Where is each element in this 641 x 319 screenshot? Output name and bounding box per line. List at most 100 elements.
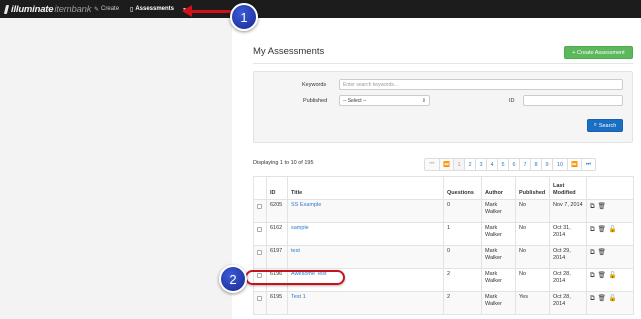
row-title: SS Example <box>287 199 444 223</box>
search-icon: ⌕ <box>593 122 597 128</box>
copy-icon[interactable]: ⧉ <box>590 272 595 279</box>
row-title: sample <box>287 222 444 246</box>
published-select[interactable]: -- Select -- ⇕ <box>339 95 430 106</box>
row-id: 6195 <box>266 291 288 315</box>
row-published: No <box>515 245 550 269</box>
header-author[interactable]: Author <box>481 176 516 200</box>
header-questions[interactable]: Questions <box>443 176 482 200</box>
assessment-title-link[interactable]: SS Example <box>291 202 321 208</box>
callout-arrow-head <box>182 5 192 17</box>
keywords-input[interactable]: Enter search keywords... <box>339 79 623 90</box>
row-published: No <box>515 222 550 246</box>
row-author: Mark Walker <box>481 245 516 269</box>
table-header-row: ID Title Questions Author Published Last… <box>253 176 634 200</box>
page-button-2[interactable]: 2 <box>464 159 475 170</box>
row-action-icons: ⧉ 🗑 🔓 <box>590 271 630 279</box>
page-title: My Assessments <box>253 46 325 57</box>
header-select <box>253 176 267 200</box>
page-button-1[interactable]: 1 <box>453 159 464 170</box>
row-title: test <box>287 245 444 269</box>
row-action-icons: ⧉ 🗑 <box>590 248 630 256</box>
copy-icon[interactable]: ⧉ <box>590 295 595 302</box>
table-row: 6205 SS Example 0 Mark Walker No Nov 7, 2014 ⧉… <box>253 199 634 223</box>
row-actions: ⧉ 🗑 🔓 <box>586 291 634 315</box>
trash-icon[interactable]: 🗑 <box>598 203 606 210</box>
row-title: Test 1 <box>287 291 444 315</box>
table-row: 6162 sample 1 Mark Walker No Oct 31, 2014 ⧉ 🗑 🔓 <box>253 222 634 246</box>
row-action-icons: ⧉ 🗑 🔓 <box>590 294 630 302</box>
trash-icon[interactable]: 🗑 <box>598 272 606 279</box>
row-actions: ⧉ 🗑 <box>586 245 634 269</box>
copy-icon[interactable]: ⧉ <box>590 226 595 233</box>
header-id[interactable]: ID <box>266 176 288 200</box>
trash-icon[interactable]: 🗑 <box>598 249 606 256</box>
create-assessment-button[interactable]: + Create Assessment <box>564 46 633 59</box>
page-button-3[interactable]: 3 <box>475 159 486 170</box>
published-select-value: -- Select -- <box>343 97 367 104</box>
page-button-10[interactable]: 10 <box>552 159 567 170</box>
brand-logo[interactable]: illuminate itembank <box>4 3 91 15</box>
page-button-5[interactable]: 5 <box>497 159 508 170</box>
callout-arrow <box>182 5 232 17</box>
row-select-checkbox[interactable] <box>253 199 267 223</box>
row-select-checkbox[interactable] <box>253 245 267 269</box>
assessment-title-link[interactable]: test <box>291 248 300 254</box>
header-title[interactable]: Title <box>287 176 444 200</box>
assessment-title-link[interactable]: sample <box>291 225 309 231</box>
trash-icon[interactable]: 🗑 <box>598 226 606 233</box>
checkbox[interactable] <box>257 204 262 209</box>
assessment-title-link[interactable]: Test 1 <box>291 294 306 300</box>
copy-icon[interactable]: ⧉ <box>590 203 595 210</box>
row-id: 6162 <box>266 222 288 246</box>
page-button-9[interactable]: 9 <box>541 159 552 170</box>
id-input[interactable] <box>523 95 623 106</box>
top-nav-bar: illuminate itembank ✎ Create ▯ Assessmen… <box>0 0 641 18</box>
trash-icon[interactable]: 🗑 <box>598 295 606 302</box>
select-arrows-icon: ⇕ <box>421 98 426 104</box>
search-button[interactable]: ⌕ Search <box>587 119 623 132</box>
pencil-icon: ✎ <box>94 6 100 13</box>
copy-icon[interactable]: ⧉ <box>590 249 595 256</box>
pagination: ⏮ ⏪ 1 2 3 4 5 6 7 8 9 10 ⏩ ⏭ <box>424 158 596 171</box>
row-id: 6205 <box>266 199 288 223</box>
page-button-6[interactable]: 6 <box>508 159 519 170</box>
row-action-icons: ⧉ 🗑 <box>590 202 630 210</box>
header-last-modified[interactable]: Last Modified <box>549 176 587 200</box>
unlock-icon[interactable]: 🔓 <box>609 226 617 233</box>
row-published: No <box>515 268 550 292</box>
unlock-icon[interactable]: 🔓 <box>609 272 617 279</box>
nav-create[interactable]: ✎ Create <box>94 4 119 14</box>
checkbox[interactable] <box>257 227 262 232</box>
row-select-checkbox[interactable] <box>253 291 267 315</box>
nav-create-label: Create <box>101 6 120 12</box>
page-button-8[interactable]: 8 <box>530 159 541 170</box>
row-questions: 2 <box>443 291 482 315</box>
row-last-modified: Nov 7, 2014 <box>549 199 587 223</box>
results-count: Displaying 1 to 10 of 195 <box>253 160 314 166</box>
checkbox[interactable] <box>257 296 262 301</box>
assessments-table: ID Title Questions Author Published Last… <box>253 176 634 315</box>
row-questions: 1 <box>443 222 482 246</box>
page-button-7[interactable]: 7 <box>519 159 530 170</box>
first-page-button[interactable]: ⏮ <box>425 159 439 170</box>
nav-assessments[interactable]: ▯ Assessments <box>130 4 174 14</box>
row-author: Mark Walker <box>481 199 516 223</box>
row-published: No <box>515 199 550 223</box>
callout-highlight-ring <box>245 270 345 285</box>
checkbox[interactable] <box>257 250 262 255</box>
brand-name-bold: illuminate <box>11 3 54 15</box>
next-page-button[interactable]: ⏩ <box>567 159 581 170</box>
table-row: 6197 test 0 Mark Walker No Oct 29, 2014 ⧉ 🗑 <box>253 245 634 269</box>
row-last-modified: Oct 28, 2014 <box>549 291 587 315</box>
row-published: Yes <box>515 291 550 315</box>
page-button-4[interactable]: 4 <box>486 159 497 170</box>
row-select-checkbox[interactable] <box>253 222 267 246</box>
last-page-button[interactable]: ⏭ <box>581 159 595 170</box>
header-published[interactable]: Published <box>515 176 550 200</box>
callout-badge-1: 1 <box>230 3 258 31</box>
document-icon: ▯ <box>130 6 134 13</box>
row-last-modified: Oct 31, 2014 <box>549 222 587 246</box>
unlock-icon[interactable]: 🔓 <box>609 295 617 302</box>
prev-page-button[interactable]: ⏪ <box>439 159 453 170</box>
brand-name-light: itembank <box>54 3 92 15</box>
